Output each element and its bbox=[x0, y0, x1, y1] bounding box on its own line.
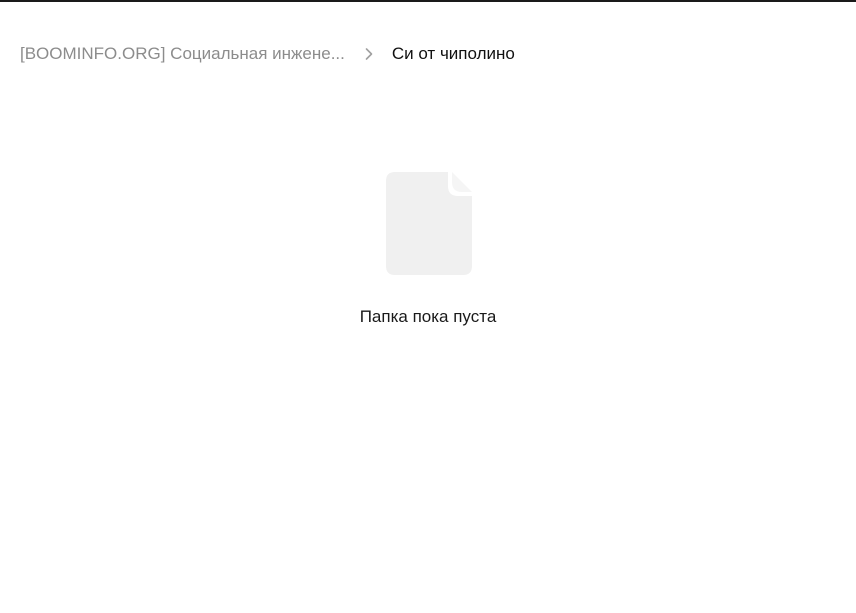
top-border bbox=[0, 0, 856, 2]
breadcrumb-parent-link[interactable]: [BOOMINFO.ORG] Социальная инжене... bbox=[20, 44, 345, 64]
breadcrumb-current: Си от чиполино bbox=[391, 44, 515, 63]
chevron-right-icon bbox=[361, 46, 377, 62]
breadcrumb: [BOOMINFO.ORG] Социальная инжене... Си о… bbox=[20, 42, 515, 66]
empty-file-icon bbox=[386, 172, 472, 275]
empty-state: Папка пока пуста bbox=[0, 172, 856, 327]
empty-folder-message: Папка пока пуста bbox=[359, 307, 497, 326]
